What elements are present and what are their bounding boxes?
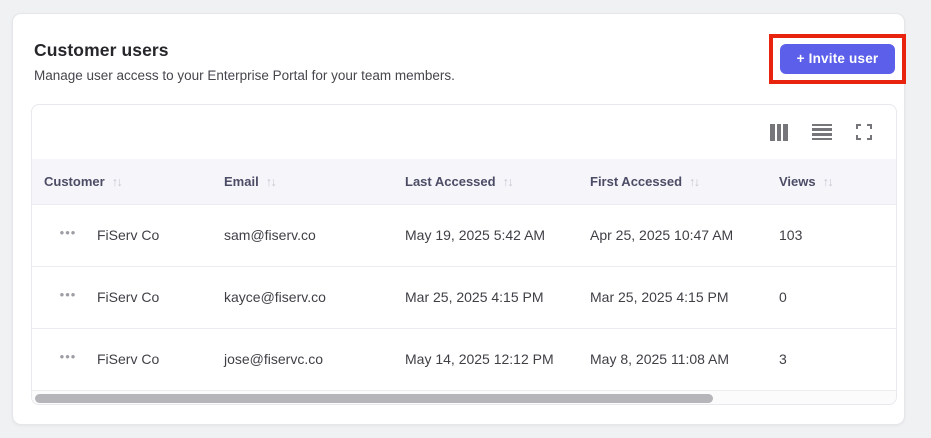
table-row: ••• FiServ Co sam@fiserv.co May 19, 2025 … — [32, 203, 896, 266]
row-menu-icon[interactable]: ••• — [53, 225, 83, 246]
email-cell: jose@fiservc.co — [224, 327, 405, 390]
horizontal-scrollbar[interactable] — [32, 390, 896, 404]
column-header-last-accessed[interactable]: Last Accessed ↑↓ — [405, 159, 590, 204]
sort-icon[interactable]: ↑↓ — [112, 175, 123, 189]
table-row: ••• FiServ Co jose@fiservc.co May 14, 202… — [32, 327, 896, 390]
last-accessed-cell: May 14, 2025 12:12 PM — [405, 327, 590, 390]
first-accessed-cell: Mar 25, 2025 4:15 PM — [590, 265, 779, 328]
customer-cell: FiServ Co — [97, 227, 160, 243]
page-subtitle: Manage user access to your Enterprise Po… — [34, 68, 455, 83]
customer-cell: FiServ Co — [97, 351, 160, 368]
columns-icon[interactable] — [770, 123, 788, 141]
table-row: ••• FiServ Co kayce@fiserv.co Mar 25, 202… — [32, 265, 896, 328]
row-density-icon[interactable] — [812, 123, 832, 141]
sort-icon[interactable]: ↑↓ — [503, 175, 514, 189]
column-header-views[interactable]: Views ↑↓ — [779, 159, 896, 204]
sort-icon[interactable]: ↑↓ — [823, 175, 834, 189]
table-toolbar — [32, 105, 896, 159]
scrollbar-thumb[interactable] — [35, 394, 713, 403]
annotation-highlight-box: + Invite user — [769, 34, 906, 84]
views-cell: 103 — [779, 203, 896, 266]
email-cell: kayce@fiserv.co — [224, 265, 405, 328]
views-cell: 3 — [779, 327, 896, 390]
sort-icon[interactable]: ↑↓ — [689, 175, 700, 189]
users-table-container: Customer ↑↓ Email ↑↓ Last Accessed ↑↓ First… — [31, 104, 897, 405]
sort-icon[interactable]: ↑↓ — [266, 175, 277, 189]
fullscreen-icon[interactable] — [856, 124, 872, 140]
first-accessed-cell: Apr 25, 2025 10:47 AM — [590, 203, 779, 266]
row-menu-icon[interactable]: ••• — [53, 349, 83, 370]
table-scroll-area: Customer ↑↓ Email ↑↓ Last Accessed ↑↓ First… — [32, 159, 896, 390]
customer-cell: FiServ Co — [97, 289, 160, 305]
column-header-customer[interactable]: Customer ↑↓ — [32, 159, 224, 204]
users-table: Customer ↑↓ Email ↑↓ Last Accessed ↑↓ First… — [32, 159, 896, 390]
first-accessed-cell: May 8, 2025 11:08 AM — [590, 327, 779, 390]
page-title: Customer users — [34, 40, 169, 60]
email-cell: sam@fiserv.co — [224, 203, 405, 266]
last-accessed-cell: Mar 25, 2025 4:15 PM — [405, 265, 590, 328]
column-header-email[interactable]: Email ↑↓ — [224, 159, 405, 204]
invite-user-button[interactable]: + Invite user — [779, 44, 896, 74]
row-menu-icon[interactable]: ••• — [53, 287, 83, 308]
last-accessed-cell: May 19, 2025 5:42 AM — [405, 203, 590, 266]
views-cell: 0 — [779, 265, 896, 328]
column-header-first-accessed[interactable]: First Accessed ↑↓ — [590, 159, 779, 204]
table-header-row: Customer ↑↓ Email ↑↓ Last Accessed ↑↓ First… — [32, 159, 896, 204]
customer-users-card: Customer users Manage user access to you… — [12, 13, 906, 425]
